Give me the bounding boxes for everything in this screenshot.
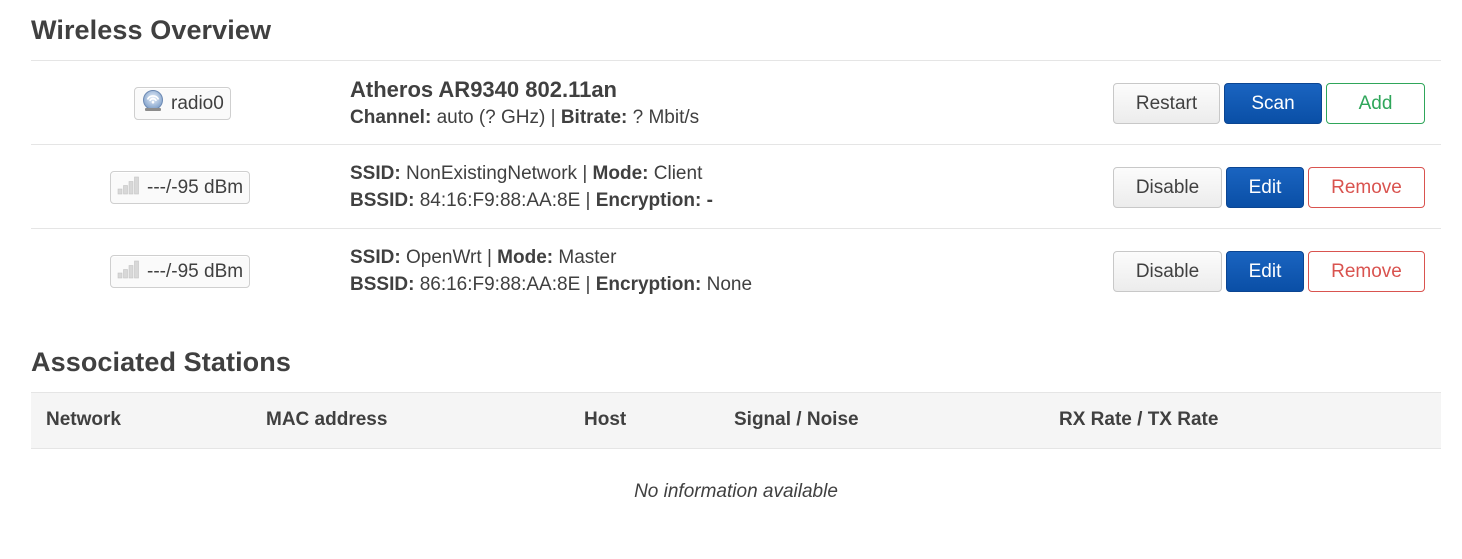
ssid-label: SSID: [350,163,401,184]
signal-bars-icon [117,175,141,201]
disable-button[interactable]: Disable [1113,251,1222,292]
separator: | [550,107,556,128]
network-line-2: BSSID: 86:16:F9:88:AA:8E | Encryption: N… [350,271,752,298]
add-button[interactable]: Add [1326,83,1425,124]
associated-stations-table: Network MAC address Host Signal / Noise … [31,392,1441,502]
separator: | [582,163,588,184]
wifi-radio-icon [141,89,165,119]
separator: | [486,247,492,268]
network-info: SSID: OpenWrt | Mode: Master BSSID: 86:1… [350,244,752,298]
separator: | [585,190,591,211]
network-row: ---/-95 dBm SSID: NonExistingNetwork | M… [31,145,1441,229]
network-line-2: BSSID: 84:16:F9:88:AA:8E | Encryption: - [350,187,713,214]
ssid-value: NonExistingNetwork [405,163,578,184]
separator: | [585,274,591,295]
radio-badge-label: radio0 [171,92,224,114]
channel-value: auto (? GHz) [436,107,546,128]
edit-button[interactable]: Edit [1226,251,1304,292]
bssid-label: BSSID: [350,190,415,211]
associated-stations-title: Associated Stations [31,347,291,377]
wireless-overview-table: radio0 Atheros AR9340 802.11an Channel: … [31,60,1441,313]
empty-state-message: No information available [634,481,838,502]
encryption-label: Encryption: [595,274,702,295]
signal-value: ---/-95 dBm [147,176,244,198]
network-actions: Disable Edit Remove [1113,167,1425,208]
signal-bars-icon [117,259,141,285]
stations-table-header: Network MAC address Host Signal / Noise … [31,392,1441,449]
page: Wireless Overview radio0 Atheros AR9340 … [0,0,1462,559]
bitrate-label: Bitrate: [560,107,628,128]
encryption-value: - [706,190,713,211]
column-header-host: Host [584,409,627,430]
bssid-value: 86:16:F9:88:AA:8E [419,274,581,295]
remove-button[interactable]: Remove [1308,251,1425,292]
bssid-value: 84:16:F9:88:AA:8E [419,190,581,211]
column-header-mac-address: MAC address [266,409,388,430]
scan-button[interactable]: Scan [1224,83,1322,124]
radio-info: Atheros AR9340 802.11an Channel: auto (?… [350,76,699,131]
channel-label: Channel: [350,107,432,128]
ssid-label: SSID: [350,247,401,268]
radio-row: radio0 Atheros AR9340 802.11an Channel: … [31,61,1441,145]
remove-button[interactable]: Remove [1308,167,1425,208]
signal-badge: ---/-95 dBm [110,171,251,204]
mode-value: Master [558,247,617,268]
disable-button[interactable]: Disable [1113,167,1222,208]
network-line-1: SSID: OpenWrt | Mode: Master [350,244,752,271]
signal-value: ---/-95 dBm [147,260,244,282]
ssid-value: OpenWrt [405,247,482,268]
mode-label: Mode: [497,247,554,268]
radio-actions: Restart Scan Add [1113,83,1425,124]
bitrate-value: ? Mbit/s [632,107,700,128]
encryption-label: Encryption: [595,190,702,211]
network-line-1: SSID: NonExistingNetwork | Mode: Client [350,160,713,187]
encryption-value: None [706,274,753,295]
column-header-network: Network [46,409,121,430]
edit-button[interactable]: Edit [1226,167,1304,208]
radio-details: Channel: auto (? GHz) | Bitrate: ? Mbit/… [350,104,699,131]
mode-label: Mode: [592,163,649,184]
network-actions: Disable Edit Remove [1113,251,1425,292]
column-header-rx-tx-rate: RX Rate / TX Rate [1059,409,1219,430]
network-row: ---/-95 dBm SSID: OpenWrt | Mode: Master… [31,229,1441,313]
column-header-signal-noise: Signal / Noise [734,409,859,430]
wireless-overview-title: Wireless Overview [31,15,272,45]
radio-badge: radio0 [134,87,231,120]
radio-device-name: Atheros AR9340 802.11an [350,77,617,102]
bssid-label: BSSID: [350,274,415,295]
restart-button[interactable]: Restart [1113,83,1220,124]
network-info: SSID: NonExistingNetwork | Mode: Client … [350,160,713,214]
signal-badge: ---/-95 dBm [110,255,251,288]
mode-value: Client [653,163,703,184]
